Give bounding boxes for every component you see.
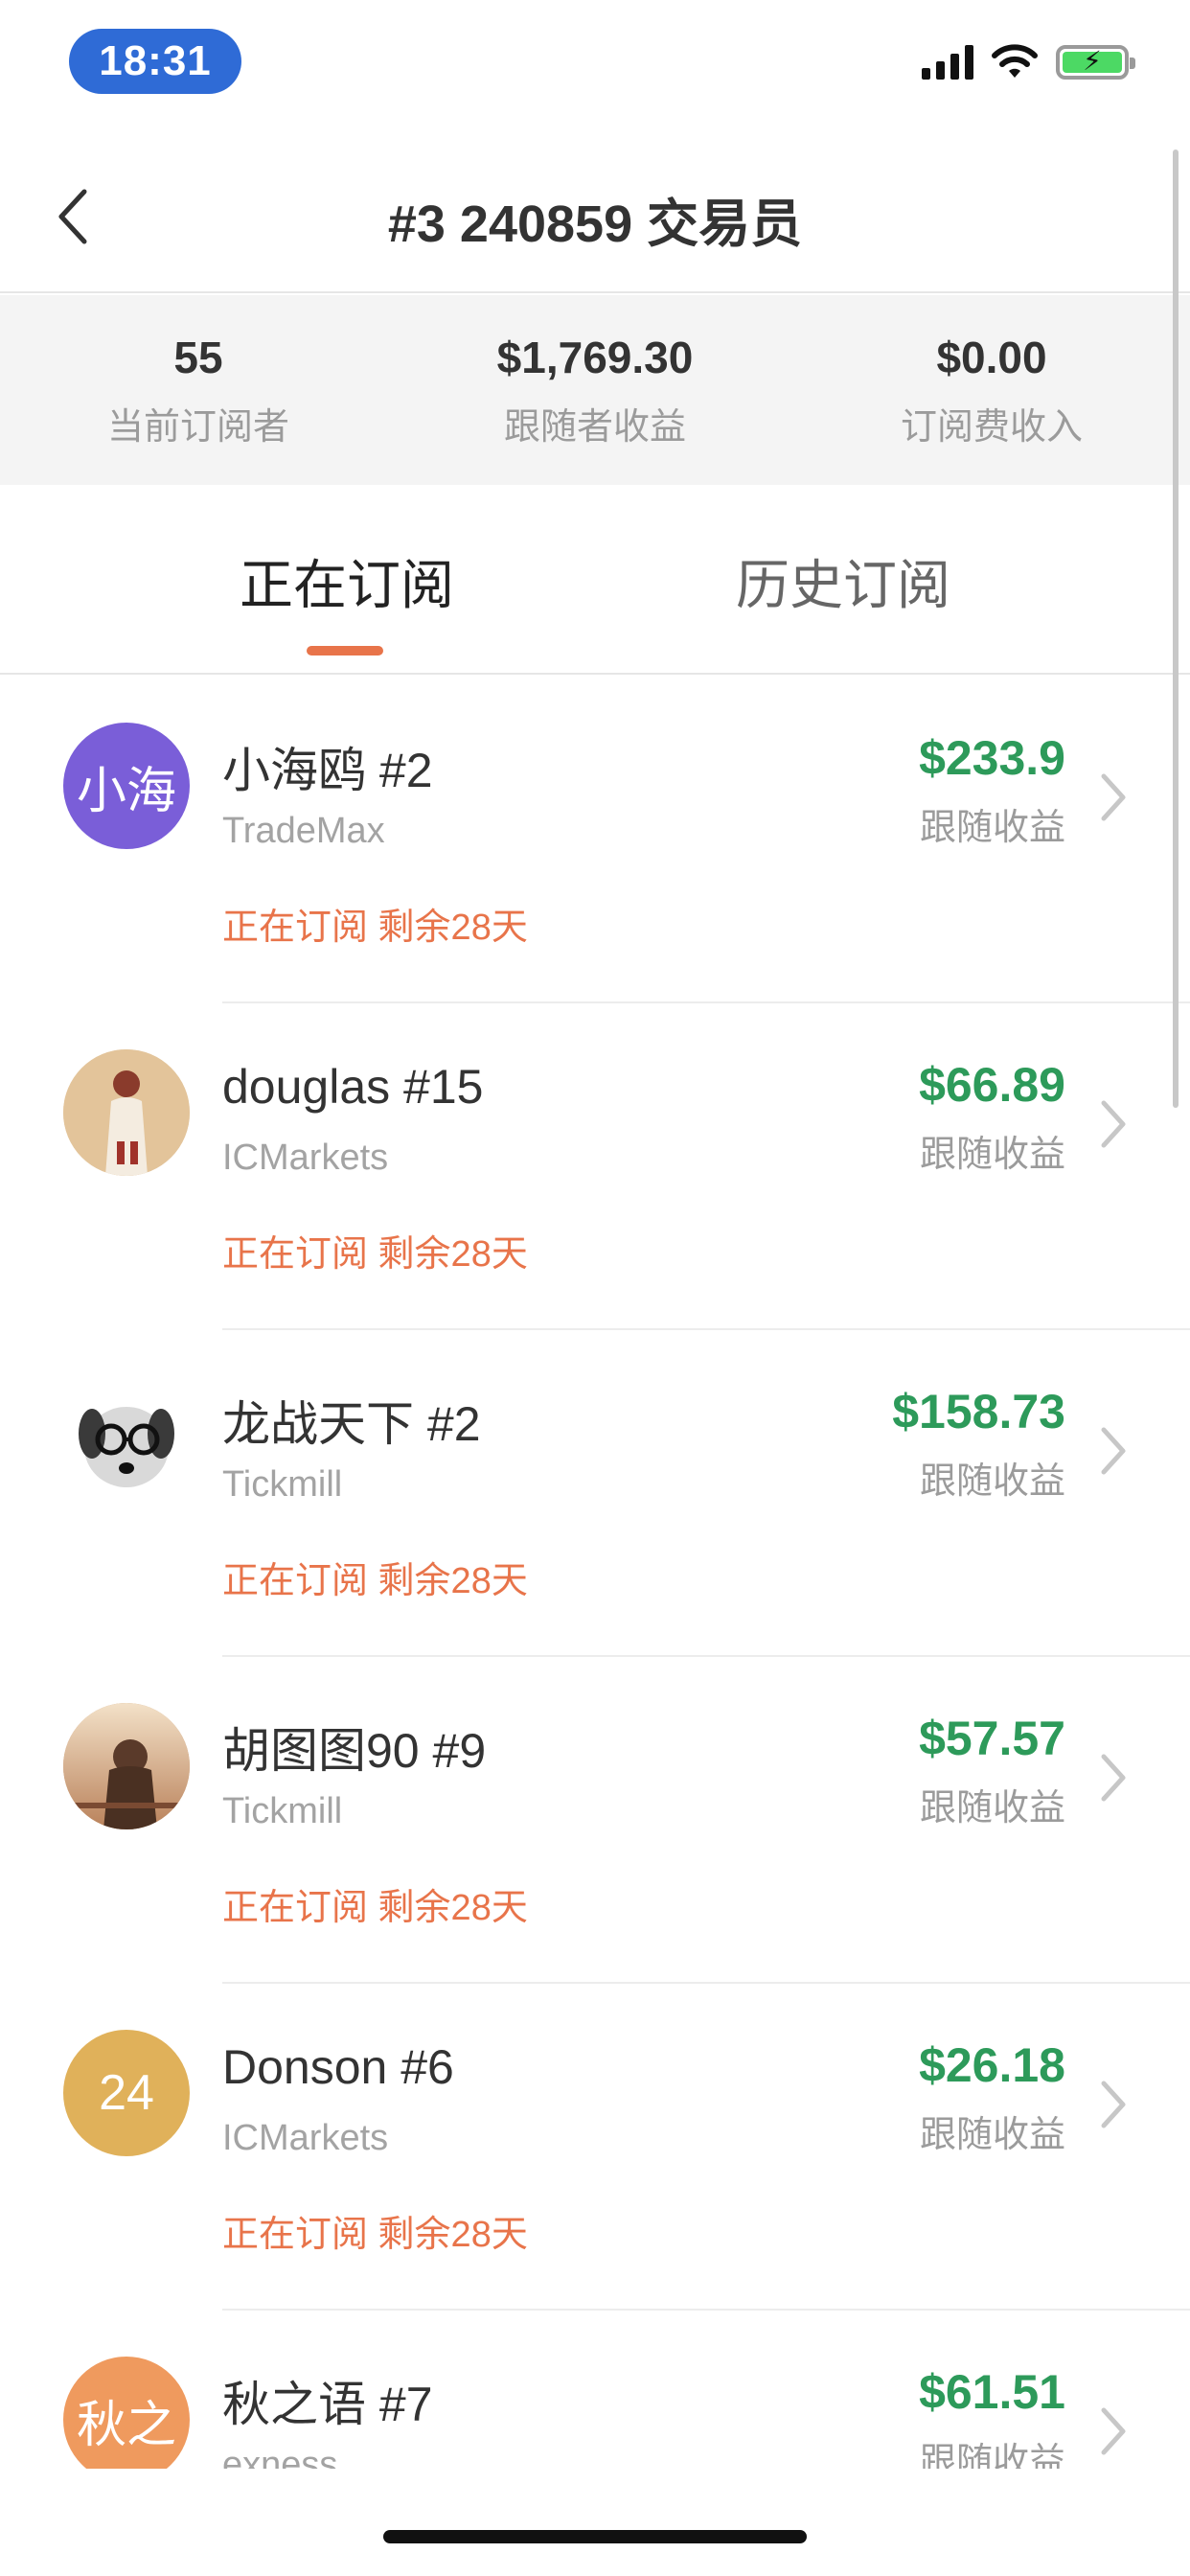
- profit-amount: $57.57: [919, 1712, 1065, 1765]
- list-item[interactable]: 龙战天下 #2 Tickmill 正在订阅 剩余28天 $158.73 跟随收益: [0, 1330, 1190, 1657]
- list-item[interactable]: 秋之 秋之语 #7 exness $61.51 跟随收益: [0, 2311, 1190, 2469]
- broker-name: TradeMax: [222, 811, 385, 851]
- subscription-status: 正在订阅 剩余28天: [222, 908, 528, 948]
- avatar: 24: [63, 2030, 190, 2156]
- broker-name: exness: [222, 2445, 338, 2469]
- profit-label: 跟随收益: [919, 2115, 1065, 2155]
- nav-bar: #3 240859 交易员: [0, 144, 1190, 293]
- profit-amount: $66.89: [919, 1058, 1065, 1112]
- chevron-right-icon: [1101, 773, 1126, 821]
- subscription-status: 正在订阅 剩余28天: [222, 1888, 528, 1928]
- list-item[interactable]: 小海 小海鸥 #2 TradeMax 正在订阅 剩余28天 $233.9 跟随收…: [0, 677, 1190, 1003]
- list-item[interactable]: 胡图图90 #9 Tickmill 正在订阅 剩余28天 $57.57 跟随收益: [0, 1657, 1190, 1984]
- chevron-left-icon: [58, 189, 87, 244]
- sunset-photo-icon: [63, 1703, 190, 1829]
- profit-amount: $61.51: [919, 2365, 1065, 2419]
- chevron-right-icon: [1101, 1754, 1126, 1802]
- scrollbar[interactable]: [1173, 150, 1179, 1108]
- tab-current-subscriptions[interactable]: 正在订阅: [240, 542, 454, 620]
- page-title: #3 240859 交易员: [387, 195, 803, 253]
- cellular-signal-icon: [922, 45, 973, 80]
- avatar: [63, 1376, 190, 1503]
- avatar: [63, 1703, 190, 1829]
- chevron-right-icon: [1101, 2081, 1126, 2128]
- stat-follower-profit: $1,769.30 跟随者收益: [397, 295, 793, 485]
- stat-value: $1,769.30: [496, 332, 694, 382]
- profit-amount: $26.18: [919, 2038, 1065, 2092]
- subscriber-name: 胡图图90 #9: [222, 1724, 487, 1778]
- subscriber-list: 小海 小海鸥 #2 TradeMax 正在订阅 剩余28天 $233.9 跟随收…: [0, 677, 1190, 2469]
- profit-amount: $158.73: [892, 1385, 1065, 1438]
- home-indicator[interactable]: [383, 2530, 807, 2543]
- tab-bar: 正在订阅 历史订阅: [0, 485, 1190, 675]
- profit-label: 跟随收益: [919, 808, 1065, 848]
- back-button[interactable]: [34, 178, 111, 255]
- subscription-status: 正在订阅 剩余28天: [222, 1234, 528, 1275]
- stat-subscribers: 55 当前订阅者: [0, 295, 397, 485]
- avatar: 小海: [63, 723, 190, 849]
- portrait-photo-icon: [63, 1049, 190, 1176]
- status-time: 18:31: [69, 29, 241, 94]
- subscriber-name: 小海鸥 #2: [222, 744, 433, 797]
- wifi-icon: [992, 44, 1038, 78]
- list-item[interactable]: douglas #15 ICMarkets 正在订阅 剩余28天 $66.89 …: [0, 1003, 1190, 1330]
- broker-name: ICMarkets: [222, 1138, 389, 1178]
- broker-name: Tickmill: [222, 1791, 343, 1831]
- avatar: [63, 1049, 190, 1176]
- stat-label: 跟随者收益: [503, 406, 686, 448]
- list-item[interactable]: 24 Donson #6 ICMarkets 正在订阅 剩余28天 $26.18…: [0, 1984, 1190, 2311]
- subscriber-name: Donson #6: [222, 2040, 454, 2094]
- stat-fee-income: $0.00 订阅费收入: [793, 295, 1190, 485]
- tab-active-indicator: [307, 646, 383, 656]
- broker-name: Tickmill: [222, 1464, 343, 1505]
- profit-label: 跟随收益: [919, 1788, 1065, 1828]
- status-icons: ⚡: [922, 38, 1135, 86]
- stat-value: 55: [173, 332, 223, 382]
- profit-label: 跟随收益: [919, 1135, 1065, 1175]
- tab-history-subscriptions[interactable]: 历史订阅: [736, 542, 950, 620]
- subscriber-name: 秋之语 #7: [222, 2378, 433, 2431]
- status-bar: 18:31 ⚡: [0, 0, 1190, 125]
- subscription-status: 正在订阅 剩余28天: [222, 1561, 528, 1601]
- stats-summary: 55 当前订阅者 $1,769.30 跟随者收益 $0.00 订阅费收入: [0, 295, 1190, 485]
- chevron-right-icon: [1101, 1427, 1126, 1475]
- chevron-right-icon: [1101, 2407, 1126, 2455]
- stat-label: 订阅费收入: [900, 406, 1083, 448]
- stat-label: 当前订阅者: [106, 406, 289, 448]
- subscription-status: 正在订阅 剩余28天: [222, 2215, 528, 2255]
- avatar: 秋之: [63, 2357, 190, 2469]
- subscriber-name: 龙战天下 #2: [222, 1397, 481, 1451]
- profit-label: 跟随收益: [919, 2442, 1065, 2469]
- profit-amount: $233.9: [919, 731, 1065, 785]
- battery-charging-icon: ⚡: [1056, 45, 1135, 80]
- subscriber-name: douglas #15: [222, 1060, 484, 1114]
- stat-value: $0.00: [936, 332, 1047, 382]
- dog-photo-icon: [63, 1376, 190, 1503]
- broker-name: ICMarkets: [222, 2118, 389, 2158]
- profit-label: 跟随收益: [919, 1461, 1065, 1502]
- chevron-right-icon: [1101, 1100, 1126, 1148]
